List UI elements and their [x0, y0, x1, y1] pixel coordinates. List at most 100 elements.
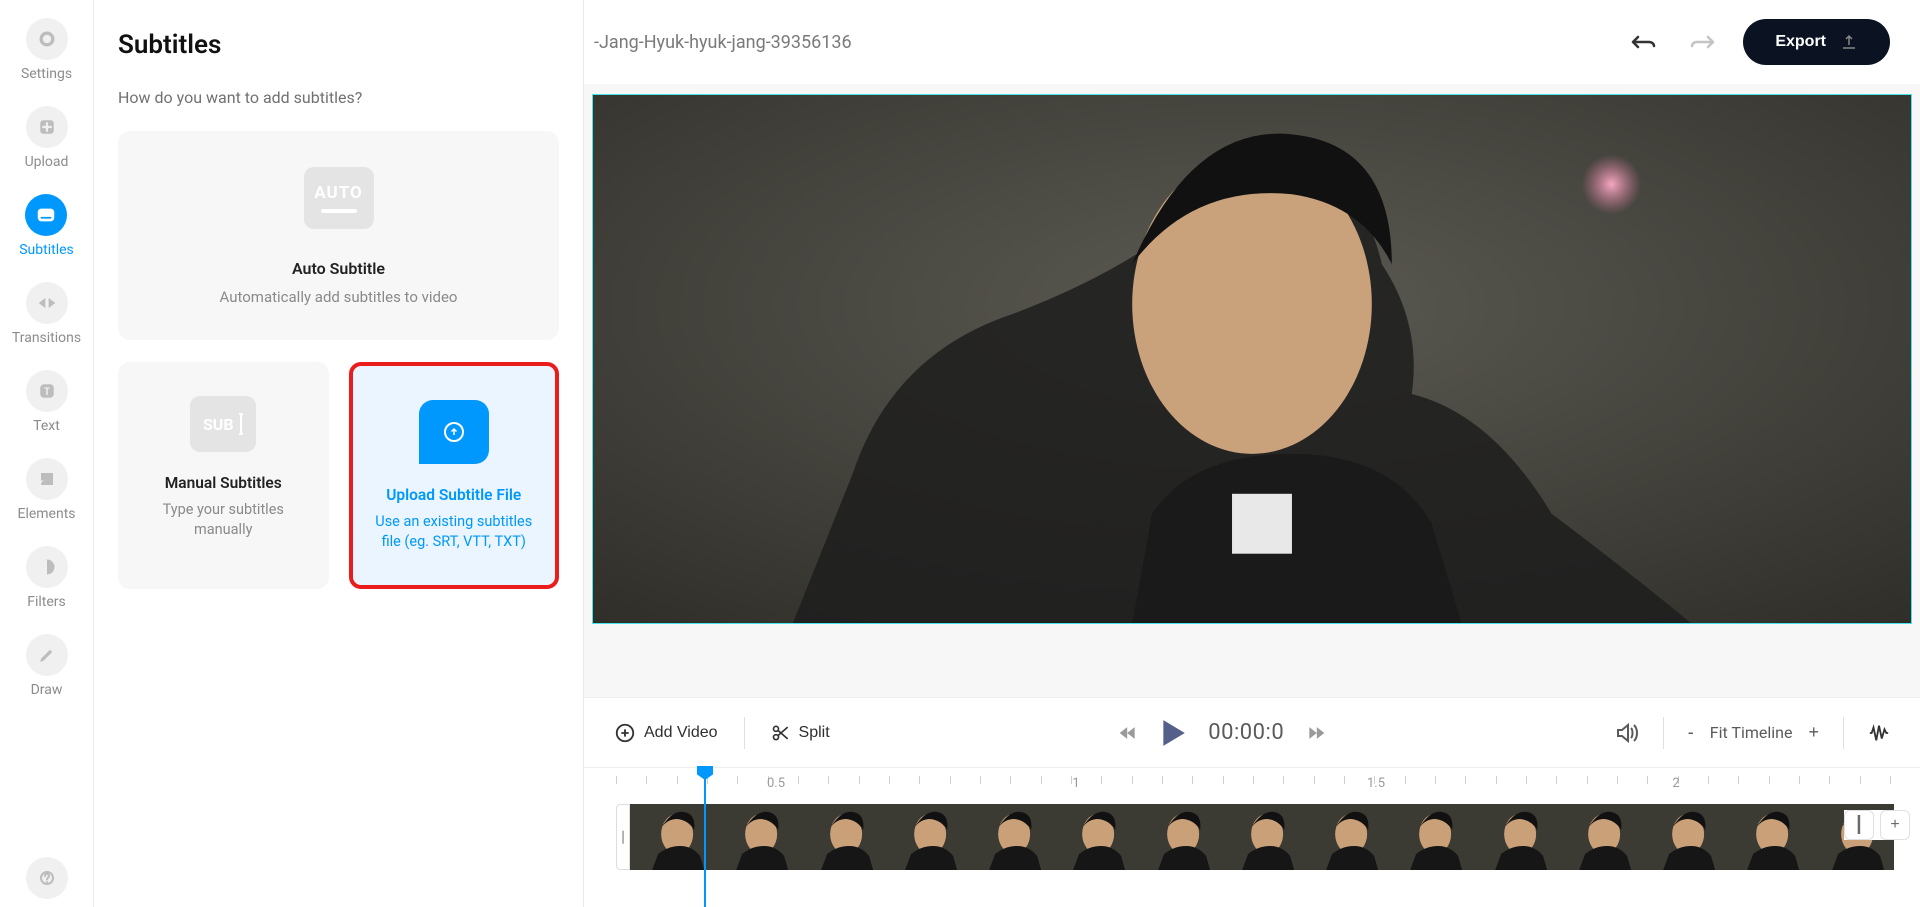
nav-label: Draw: [31, 682, 63, 698]
nav-label: Elements: [17, 506, 75, 522]
nav-upload[interactable]: Upload: [25, 106, 69, 170]
separator: [744, 717, 745, 749]
clip-thumbnail: [1725, 804, 1809, 870]
add-track-button[interactable]: +: [1880, 810, 1910, 840]
nav-settings[interactable]: Settings: [21, 18, 72, 82]
panel-title: Subtitles: [118, 30, 559, 60]
help-icon: [26, 857, 68, 899]
auto-badge-text: AUTO: [314, 183, 363, 203]
scissors-icon: [771, 723, 791, 743]
clip-thumbnail: [1136, 804, 1220, 870]
side-panel: Subtitles How do you want to add subtitl…: [94, 0, 584, 907]
auto-title: Auto Subtitle: [292, 259, 385, 278]
redo-button[interactable]: [1685, 29, 1719, 55]
zoom-in-button[interactable]: +: [1808, 722, 1819, 743]
clip-row: ┃: [616, 804, 1894, 870]
timeline-controls: Add Video Split 00:00:0: [584, 697, 1920, 767]
preview-area: [584, 84, 1920, 697]
transitions-icon: [26, 282, 68, 324]
fit-timeline-label[interactable]: Fit Timeline: [1710, 723, 1793, 742]
draw-icon: [26, 634, 68, 676]
manual-icon: SUB: [190, 396, 256, 452]
auto-icon: AUTO: [304, 167, 374, 229]
add-video-label: Add Video: [644, 724, 718, 742]
separator: [1843, 717, 1844, 749]
upload-file-desc: Use an existing subtitles file (eg. SRT,…: [367, 512, 542, 551]
skip-forward-button[interactable]: [1306, 724, 1326, 742]
nav-text[interactable]: T Text: [26, 370, 68, 434]
export-button[interactable]: Export: [1743, 19, 1890, 65]
svg-text:T: T: [43, 387, 49, 398]
subtitles-icon: [25, 194, 67, 236]
project-title[interactable]: -Jang-Hyuk-hyuk-jang-39356136: [594, 32, 1603, 53]
panel-question: How do you want to add subtitles?: [118, 88, 559, 107]
preview-placeholder-image: [593, 95, 1911, 623]
timeline[interactable]: 0.511.522.53 ┃ ┃ +: [584, 767, 1920, 907]
nav-label: Settings: [21, 66, 72, 82]
text-icon: T: [26, 370, 68, 412]
undo-button[interactable]: [1627, 29, 1661, 55]
manual-subtitle-card[interactable]: SUB Manual Subtitles Type your subtitles…: [118, 362, 329, 589]
clip-thumbnail: [1641, 804, 1725, 870]
volume-button[interactable]: [1615, 722, 1639, 744]
nav-label: Subtitles: [19, 242, 74, 258]
play-button[interactable]: [1160, 718, 1186, 748]
waveform-toggle[interactable]: [1868, 723, 1890, 743]
clip-thumbnail: [1051, 804, 1135, 870]
clip-thumbnail: [1304, 804, 1388, 870]
ruler-mark: 2: [1672, 776, 1679, 791]
filters-icon: [26, 546, 68, 588]
nav-label: Filters: [27, 594, 66, 610]
elements-icon: [26, 458, 68, 500]
skip-back-button[interactable]: [1118, 724, 1138, 742]
video-preview[interactable]: [592, 94, 1912, 624]
main-area: -Jang-Hyuk-hyuk-jang-39356136 Export: [584, 0, 1920, 907]
nav-label: Text: [33, 418, 60, 434]
add-video-button[interactable]: Add Video: [614, 722, 718, 744]
timecode: 00:00:0: [1208, 720, 1284, 745]
nav-draw[interactable]: Draw: [26, 634, 68, 698]
auto-desc: Automatically add subtitles to video: [220, 288, 458, 306]
manual-badge-text: SUB: [203, 415, 234, 434]
ruler-mark: 1.5: [1367, 776, 1385, 791]
clip-handle-left[interactable]: ┃: [616, 804, 630, 870]
ruler-mark: 0.5: [767, 776, 785, 791]
clip-thumbnail: [967, 804, 1051, 870]
upload-file-title: Upload Subtitle File: [386, 486, 521, 504]
nav-elements[interactable]: Elements: [17, 458, 75, 522]
split-button[interactable]: Split: [771, 723, 830, 743]
clip-handle-right[interactable]: ┃: [1844, 810, 1874, 840]
ruler-mark: 1: [1072, 776, 1079, 791]
upload-file-icon: [419, 400, 489, 464]
clip-thumbnail: [714, 804, 798, 870]
split-label: Split: [799, 724, 830, 742]
export-icon: [1840, 33, 1858, 51]
track-controls: ┃ +: [1844, 810, 1910, 840]
clip-thumbnail: [1388, 804, 1472, 870]
nav-filters[interactable]: Filters: [26, 546, 68, 610]
nav-help[interactable]: [26, 857, 68, 899]
upload-icon: [26, 106, 68, 148]
plus-circle-icon: [614, 722, 636, 744]
nav-label: Transitions: [12, 330, 81, 346]
clip-thumbnail: [630, 804, 714, 870]
settings-icon: [26, 18, 68, 60]
nav-label: Upload: [25, 154, 69, 170]
clip-thumbnail: [883, 804, 967, 870]
clip-thumbnail: [1220, 804, 1304, 870]
playhead[interactable]: [704, 768, 706, 907]
manual-title: Manual Subtitles: [165, 474, 282, 492]
nav-subtitles[interactable]: Subtitles: [19, 194, 74, 258]
zoom-controls: - Fit Timeline +: [1688, 722, 1819, 743]
clip-thumbnail: [1557, 804, 1641, 870]
separator: [1663, 717, 1664, 749]
zoom-out-button[interactable]: -: [1688, 722, 1694, 743]
upload-subtitle-file-card[interactable]: Upload Subtitle File Use an existing sub…: [349, 362, 560, 589]
clip-thumbnail: [799, 804, 883, 870]
nav-transitions[interactable]: Transitions: [12, 282, 81, 346]
timeline-ruler[interactable]: 0.511.522.53: [616, 776, 1894, 800]
clip-thumbnail: [1473, 804, 1557, 870]
video-clip[interactable]: [630, 804, 1894, 870]
left-nav: Settings Upload Subtitles Transitions T …: [0, 0, 94, 907]
auto-subtitle-card[interactable]: AUTO Auto Subtitle Automatically add sub…: [118, 131, 559, 340]
